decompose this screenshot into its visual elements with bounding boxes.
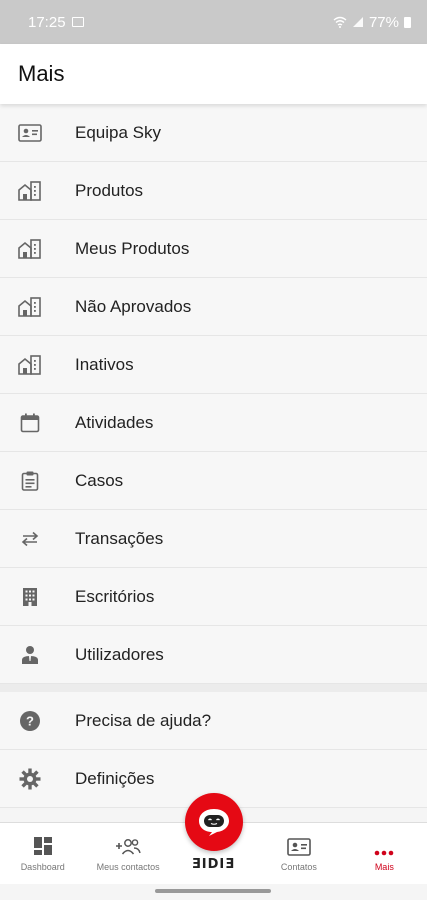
chatbot-icon [199, 809, 229, 836]
menu-item-label: Definições [75, 768, 155, 788]
contact-card-icon [0, 123, 75, 142]
contact-card-icon [287, 838, 311, 856]
app-header: Mais [0, 44, 427, 104]
battery-percent: 77% [368, 13, 399, 31]
battery-icon [404, 16, 411, 28]
menu-item-label: Utilizadores [75, 644, 164, 664]
calendar-icon [0, 413, 75, 433]
status-right-group: 77% [333, 14, 411, 31]
gear-icon [0, 768, 75, 790]
more-menu: Equipa Sky Produtos Meus Produtos Não Ap… [0, 104, 427, 808]
status-bar: 17:25 77% [0, 0, 427, 44]
status-time-group: 17:25 [28, 14, 84, 31]
signal-icon [352, 17, 363, 27]
tab-label: Meus contactos [96, 862, 160, 872]
tab-dashboard[interactable]: Dashboard [0, 823, 85, 884]
menu-item-transacoes[interactable]: Transações [0, 510, 427, 568]
menu-item-utilizadores[interactable]: Utilizadores [0, 626, 427, 684]
section-divider [0, 684, 427, 692]
building-icon [0, 296, 75, 317]
menu-item-label: Escritórios [75, 586, 155, 606]
menu-item-label: Atividades [75, 412, 154, 432]
menu-item-produtos[interactable]: Produtos [0, 162, 427, 220]
menu-item-escritorios[interactable]: Escritórios [0, 568, 427, 626]
menu-item-meus-produtos[interactable]: Meus Produtos [0, 220, 427, 278]
status-time: 17:25 [28, 13, 66, 31]
menu-item-inativos[interactable]: Inativos [0, 336, 427, 394]
tab-contatos[interactable]: Contatos [256, 823, 341, 884]
building-icon [0, 238, 75, 259]
menu-item-help[interactable]: ? Precisa de ajuda? [0, 692, 427, 750]
menu-item-label: Meus Produtos [75, 238, 190, 258]
menu-item-nao-aprovados[interactable]: Não Aprovados [0, 278, 427, 336]
menu-item-label: Transações [75, 528, 164, 548]
more-dots-icon [375, 850, 394, 856]
menu-item-label: Não Aprovados [75, 296, 192, 316]
menu-item-equipa-sky[interactable]: Equipa Sky [0, 104, 427, 162]
menu-item-atividades[interactable]: Atividades [0, 394, 427, 452]
tab-label: Mais [374, 862, 394, 872]
home-gesture-pill[interactable] [155, 889, 271, 893]
add-contacts-icon [116, 839, 141, 855]
gallery-notification-icon [71, 17, 84, 27]
menu-item-label: Produtos [75, 180, 144, 200]
menu-item-casos[interactable]: Casos [0, 452, 427, 510]
chatbot-fab-button[interactable] [185, 793, 243, 851]
clipboard-icon [0, 471, 75, 491]
gesture-bar [0, 884, 427, 900]
office-building-icon [0, 587, 75, 607]
menu-item-label: Inativos [75, 354, 134, 374]
swap-arrows-icon [0, 531, 75, 547]
svg-text:?: ? [26, 713, 34, 728]
tab-label: Dashboard [20, 862, 65, 872]
menu-item-label: Precisa de ajuda? [75, 710, 212, 730]
user-icon [0, 645, 75, 665]
tab-meus-contactos[interactable]: Meus contactos [85, 823, 170, 884]
building-icon [0, 354, 75, 375]
page-title: Mais [18, 61, 65, 86]
wifi-icon [333, 16, 347, 28]
dashboard-icon [33, 837, 52, 855]
menu-item-label: Casos [75, 470, 124, 490]
tab-label: Contatos [280, 862, 317, 872]
menu-item-label: Equipa Sky [75, 122, 161, 142]
tab-mais[interactable]: Mais [342, 823, 427, 884]
building-icon [0, 180, 75, 201]
help-circle-icon: ? [0, 710, 75, 732]
brand-logo: ƎIDIƎ [191, 857, 236, 872]
